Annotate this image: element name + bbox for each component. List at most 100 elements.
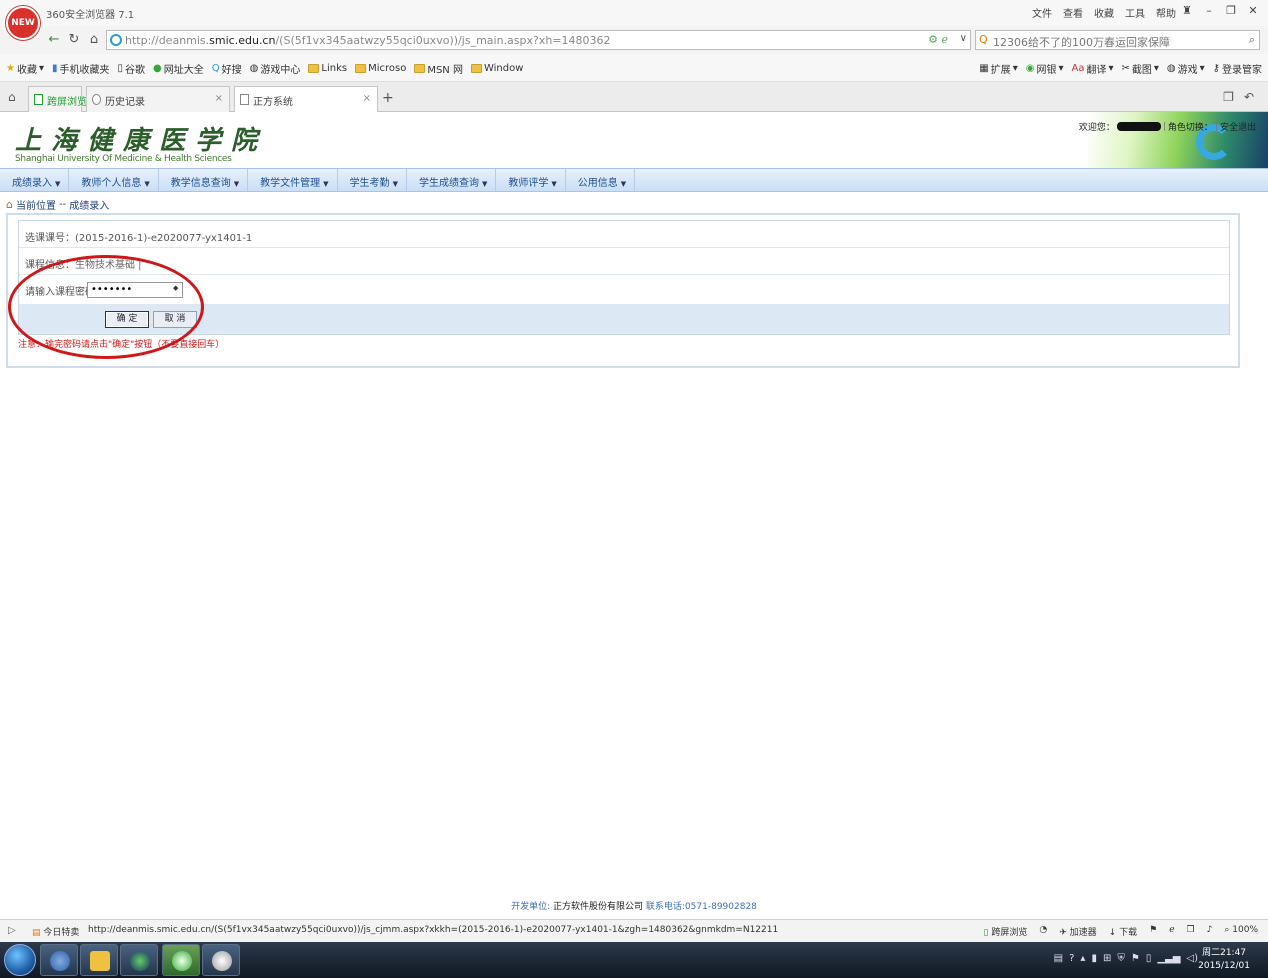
refresh-icon[interactable]: ↻ [66,32,82,48]
logout-link[interactable]: 安全退出 [1220,120,1256,133]
fav-msn[interactable]: MSN 网 [414,61,463,76]
maximize-icon[interactable]: ❐ [1222,2,1240,20]
taskbar-app-paint[interactable] [202,944,240,976]
flag-icon[interactable]: ⚑ [1149,925,1157,938]
tab-list-icon[interactable]: ❐ [1223,90,1234,104]
compat-mode-icon[interactable]: ⚙ ℯ [928,33,948,46]
browser-logo-icon[interactable]: NEW [6,6,40,40]
status-accelerator[interactable]: ✈ 加速器 [1059,925,1096,938]
search-icon[interactable]: ⌕ [1249,33,1255,47]
fav-collect[interactable]: ★ 收藏 ▾ [6,61,44,76]
status-tracker-icon[interactable]: ◔ [1039,925,1047,938]
url-text[interactable]: http://deanmis.smic.edu.cn/(S(5f1vx345aa… [125,34,611,47]
tool-extensions[interactable]: ▦ 扩展 ▾ [979,61,1017,76]
new-badge: NEW [11,18,35,28]
fav-windows[interactable]: Window [470,61,523,76]
windows-icon[interactable]: ⊞ [1103,953,1111,964]
fav-google[interactable]: ▯ 谷歌 [118,61,146,76]
search-input[interactable]: Q 12306给不了的100万春运回家保障 ⌕ [975,30,1260,50]
nav-attendance[interactable]: 学生考勤 ▼ [338,169,407,191]
fav-microsoft[interactable]: Microso [355,61,406,76]
taskbar-app-360[interactable] [162,944,200,976]
zoom-level[interactable]: ⌕ 100% [1224,925,1258,938]
download-icon: ↓ [1108,928,1117,938]
tool-screenshot[interactable]: ✂ 截图 ▾ [1121,61,1158,76]
taskbar-app-browser-blue[interactable] [40,944,78,976]
caret-down-icon: ▼ [233,180,240,188]
minimize-icon[interactable]: – [1200,2,1218,20]
windows-taskbar: ▤ ? ▴ ▮ ⊞ ⛨ ⚑ ▯ ▁▃▅ ◁) 周二21:47 2015/12/0… [0,942,1268,978]
ie-icon[interactable]: ℯ [1169,925,1174,938]
taskbar-app-media[interactable] [120,944,158,976]
sidebar-toggle-icon[interactable]: ▷ [8,925,16,936]
menu-file[interactable]: 文件 [1032,5,1052,20]
tab-cross-screen[interactable]: 跨屏浏览 [28,86,87,112]
sound-icon[interactable]: ♪ [1207,925,1213,938]
start-button[interactable] [4,944,36,976]
tool-translate[interactable]: Aa 翻译 ▾ [1071,61,1113,76]
nav-student-scores[interactable]: 学生成绩查询 ▼ [407,169,497,191]
today-deals[interactable]: ▤ 今日特卖 [32,925,79,938]
fav-haosou[interactable]: Q 好搜 [212,61,242,76]
fav-mobile[interactable]: ▮ 手机收藏夹 [52,61,110,76]
nav-teacher-info[interactable]: 教师个人信息 ▼ [69,169,159,191]
caret-down-icon: ▼ [392,180,398,188]
taskbar-clock[interactable]: 周二21:47 2015/12/01 [1198,947,1250,973]
network-icon[interactable]: ▁▃▅ [1157,953,1180,964]
tab-close-icon[interactable]: × [363,93,371,104]
undo-close-icon[interactable]: ↶ [1244,90,1254,104]
flag-icon[interactable]: ⚑ [1131,953,1140,964]
nav-teaching-files[interactable]: 教学文件管理 ▼ [248,169,338,191]
usb-icon[interactable]: ▮ [1091,953,1097,964]
status-download[interactable]: ↓ 下载 [1109,925,1137,938]
status-link-url: http://deanmis.smic.edu.cn/(S(5f1vx345aa… [88,925,779,935]
tab-zhengfang[interactable]: 正方系统 × [234,86,378,112]
caret-down-icon: ▼ [144,180,150,188]
volume-icon[interactable]: ◁) [1186,953,1198,964]
tool-login-manager[interactable]: ⚷ 登录管家 [1213,61,1262,76]
menu-view[interactable]: 查看 [1063,5,1083,20]
phone-icon: ▯ [983,928,989,938]
tab-bar: ⌂ 跨屏浏览 历史记录 × 正方系统 × + ❐ ↶ [0,82,1268,112]
tab-history[interactable]: 历史记录 × [86,86,230,112]
menu-favorites[interactable]: 收藏 [1094,5,1114,20]
globe-icon: ● [153,63,162,74]
shield-icon[interactable]: ⛨ [1117,953,1125,964]
back-icon[interactable]: ← [46,32,62,48]
role-switch-link[interactable]: 角色切换： [1168,120,1213,133]
nav-score-entry[interactable]: 成绩录入 ▼ [0,169,70,191]
window-icon[interactable]: ❐ [1187,925,1195,938]
status-cross-screen[interactable]: ▯ 跨屏浏览 [984,925,1028,938]
tray-expand-icon[interactable]: ▴ [1080,953,1085,964]
nav-teaching-query[interactable]: 教学信息查询 ▼ [159,169,249,191]
fav-game[interactable]: ◍ 游戏中心 [250,61,301,76]
taskbar-app-explorer[interactable] [80,944,118,976]
caret-down-icon: ▼ [620,180,627,188]
skin-icon[interactable]: ♜ [1178,2,1196,20]
app-title: 360安全浏览器 7.1 [46,10,135,21]
url-input[interactable]: http://deanmis.smic.edu.cn/(S(5f1vx345aa… [106,30,971,50]
menu-help[interactable]: 帮助 [1156,5,1176,20]
new-tab-icon[interactable]: + [382,90,394,106]
help-icon[interactable]: ? [1069,953,1074,964]
caret-down-icon: ▼ [55,180,61,188]
tab-close-icon[interactable]: × [215,93,223,104]
url-dropdown-icon[interactable]: ∨ [960,33,967,44]
gamepad-icon: ◍ [249,63,259,74]
restore-icon[interactable]: ⌂ [8,90,16,104]
home-icon[interactable]: ⌂ [86,32,102,48]
nav-teacher-eval[interactable]: 教师评学 ▼ [496,169,566,191]
fav-hao[interactable]: ● 网址大全 [153,61,204,76]
tool-netbank[interactable]: ◉ 网银 ▾ [1026,61,1064,76]
fav-links[interactable]: Links [308,61,347,76]
search-engine-icon[interactable]: Q [979,33,988,46]
menu-tools[interactable]: 工具 [1125,5,1145,20]
battery-icon[interactable]: ▯ [1146,953,1152,964]
tool-games[interactable]: ◍ 游戏 ▾ [1167,61,1205,76]
close-icon[interactable]: ✕ [1244,2,1262,20]
school-logo-cn: 上海健康医学院 [15,126,268,156]
nav-public-info[interactable]: 公用信息 ▼ [566,169,636,191]
folder-icon [308,64,320,73]
tray-icon[interactable]: ▤ [1054,953,1063,964]
user-info: 欢迎您： | 角色切换： | 安全退出 [1078,120,1256,134]
